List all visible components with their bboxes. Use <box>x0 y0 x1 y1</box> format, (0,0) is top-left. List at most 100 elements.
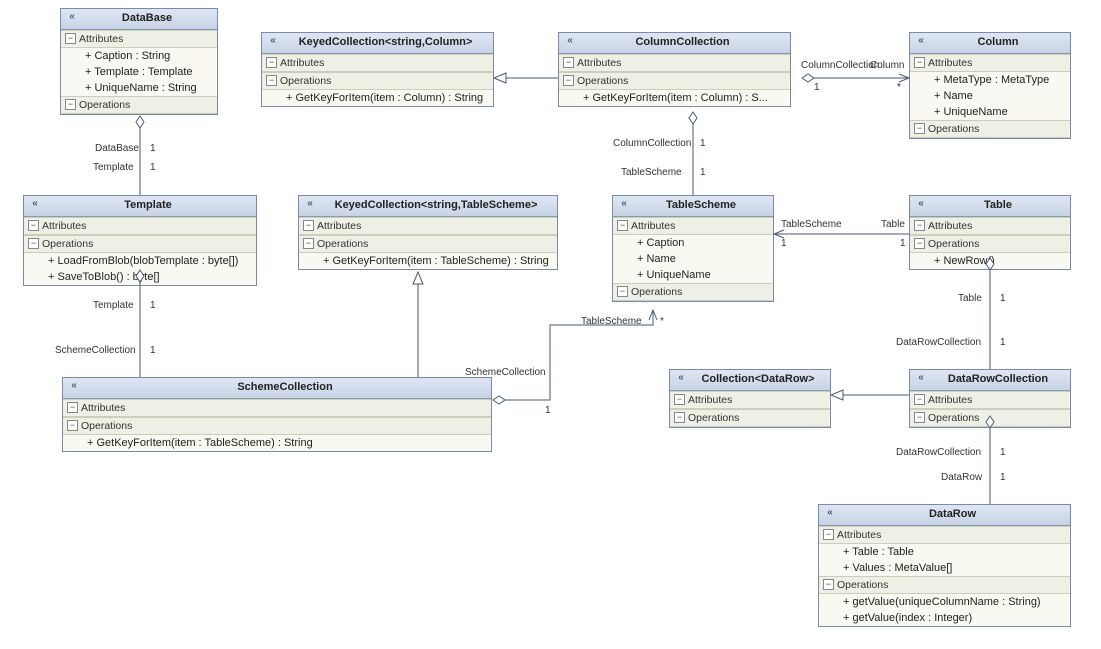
label-template: Template <box>93 162 134 173</box>
minus-icon[interactable]: − <box>266 75 277 86</box>
minus-icon[interactable]: − <box>674 412 685 423</box>
label-star: * <box>897 82 901 93</box>
minus-icon[interactable]: − <box>65 99 76 110</box>
operation-item: + NewRow() <box>910 253 1070 269</box>
operation-item: + GetKeyForItem(item : TableScheme) : St… <box>63 435 491 451</box>
operations-section: −Operations <box>910 120 1070 138</box>
minus-icon[interactable]: − <box>303 238 314 249</box>
attribute-item: + Table : Table <box>819 544 1070 560</box>
class-collection-datarow[interactable]: «Collection<DataRow> −Attributes −Operat… <box>669 369 831 428</box>
label-tablescheme: TableScheme <box>621 167 682 178</box>
attributes-section: −Attributes <box>262 54 493 72</box>
minus-icon[interactable]: − <box>823 529 834 540</box>
minus-icon[interactable]: − <box>266 57 277 68</box>
operation-item: + LoadFromBlob(blobTemplate : byte[]) <box>24 253 256 269</box>
operations-section: −Operations <box>819 576 1070 594</box>
class-keyed-collection-tablescheme[interactable]: «KeyedCollection<string,TableScheme> −At… <box>298 195 558 270</box>
label-1: 1 <box>1000 447 1006 458</box>
class-table[interactable]: «Table −Attributes −Operations + NewRow(… <box>909 195 1071 270</box>
operations-section: −Operations <box>262 72 493 90</box>
class-template[interactable]: «Template −Attributes −Operations + Load… <box>23 195 257 286</box>
class-title: «Collection<DataRow> <box>670 370 830 391</box>
attributes-section: −Attributes <box>910 54 1070 72</box>
minus-icon[interactable]: − <box>914 394 925 405</box>
label-1: 1 <box>150 345 156 356</box>
class-title: «SchemeCollection <box>63 378 491 399</box>
attributes-section: −Attributes <box>24 217 256 235</box>
attributes-section: −Attributes <box>819 526 1070 544</box>
class-keyed-collection-column[interactable]: «KeyedCollection<string,Column> −Attribu… <box>261 32 494 107</box>
minus-icon[interactable]: − <box>28 238 39 249</box>
operations-section: −Operations <box>24 235 256 253</box>
minus-icon[interactable]: − <box>674 394 685 405</box>
label-column: Column <box>870 60 904 71</box>
chevron-up-icon: « <box>66 11 78 23</box>
minus-icon[interactable]: − <box>914 412 925 423</box>
operation-item: + SaveToBlob() : byte[] <box>24 269 256 285</box>
attributes-section: −Attributes <box>910 217 1070 235</box>
label-tablescheme: TableScheme <box>581 316 642 327</box>
class-title: «DataRowCollection <box>910 370 1070 391</box>
minus-icon[interactable]: − <box>67 420 78 431</box>
operations-section: −Operations <box>613 283 773 301</box>
minus-icon[interactable]: − <box>28 220 39 231</box>
attribute-item: + UniqueName : String <box>61 80 217 96</box>
label-column-collection: ColumnCollection <box>613 138 691 149</box>
attribute-item: + Caption <box>613 235 773 251</box>
chevron-up-icon: « <box>68 380 80 392</box>
class-title: «KeyedCollection<string,TableScheme> <box>299 196 557 217</box>
attribute-item: + Caption : String <box>61 48 217 64</box>
label-1: 1 <box>150 300 156 311</box>
operations-section: −Operations <box>559 72 790 90</box>
minus-icon[interactable]: − <box>303 220 314 231</box>
minus-icon[interactable]: − <box>617 286 628 297</box>
chevron-up-icon: « <box>29 198 41 210</box>
attribute-item: + UniqueName <box>910 104 1070 120</box>
minus-icon[interactable]: − <box>563 57 574 68</box>
chevron-up-icon: « <box>675 372 687 384</box>
label-1: 1 <box>150 162 156 173</box>
class-title: «DataBase <box>61 9 217 30</box>
minus-icon[interactable]: − <box>65 33 76 44</box>
minus-icon[interactable]: − <box>563 75 574 86</box>
minus-icon[interactable]: − <box>823 579 834 590</box>
operation-item: + getValue(index : Integer) <box>819 610 1070 626</box>
attributes-section: −Attributes <box>559 54 790 72</box>
class-datarow-collection[interactable]: «DataRowCollection −Attributes −Operatio… <box>909 369 1071 428</box>
operation-item: + getValue(uniqueColumnName : String) <box>819 594 1070 610</box>
operations-section: −Operations <box>670 409 830 427</box>
label-database: DataBase <box>95 143 139 154</box>
chevron-up-icon: « <box>618 198 630 210</box>
attributes-section: −Attributes <box>63 399 491 417</box>
class-column-collection[interactable]: «ColumnCollection −Attributes −Operation… <box>558 32 791 107</box>
minus-icon[interactable]: − <box>914 238 925 249</box>
operation-item: + GetKeyForItem(item : Column) : S... <box>559 90 790 106</box>
class-datarow[interactable]: «DataRow −Attributes + Table : Table + V… <box>818 504 1071 627</box>
attributes-section: −Attributes <box>670 391 830 409</box>
operations-section: −Operations <box>61 96 217 114</box>
minus-icon[interactable]: − <box>67 402 78 413</box>
label-table: Table <box>958 293 982 304</box>
minus-icon[interactable]: − <box>914 220 925 231</box>
attribute-item: + UniqueName <box>613 267 773 283</box>
label-1: 1 <box>545 405 551 416</box>
minus-icon[interactable]: − <box>914 57 925 68</box>
class-database[interactable]: «DataBase −Attributes + Caption : String… <box>60 8 218 115</box>
attribute-item: + Name <box>613 251 773 267</box>
class-tablescheme[interactable]: «TableScheme −Attributes + Caption + Nam… <box>612 195 774 302</box>
class-column[interactable]: «Column −Attributes + MetaType : MetaTyp… <box>909 32 1071 139</box>
chevron-up-icon: « <box>304 198 316 210</box>
minus-icon[interactable]: − <box>617 220 628 231</box>
label-1: 1 <box>1000 472 1006 483</box>
chevron-up-icon: « <box>915 35 927 47</box>
chevron-up-icon: « <box>915 372 927 384</box>
label-1: 1 <box>700 167 706 178</box>
label-datarowcollection: DataRowCollection <box>896 447 981 458</box>
minus-icon[interactable]: − <box>914 123 925 134</box>
class-scheme-collection[interactable]: «SchemeCollection −Attributes −Operation… <box>62 377 492 452</box>
class-title: «Column <box>910 33 1070 54</box>
label-column-collection: ColumnCollection <box>801 60 879 71</box>
chevron-up-icon: « <box>267 35 279 47</box>
class-title: «Table <box>910 196 1070 217</box>
attribute-item: + Values : MetaValue[] <box>819 560 1070 576</box>
